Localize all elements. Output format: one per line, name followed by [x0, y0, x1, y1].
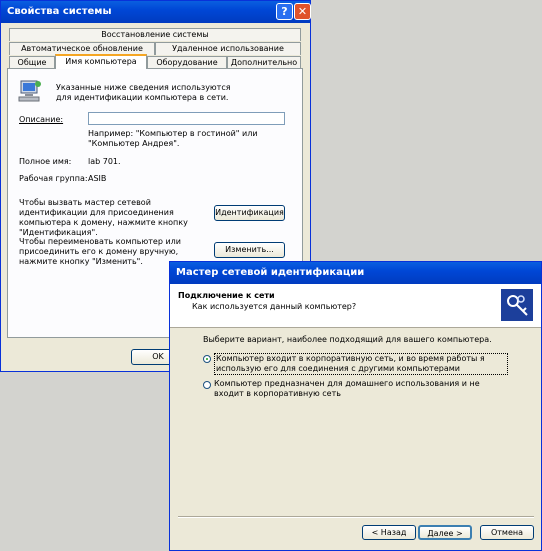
help-button[interactable]: ?	[276, 3, 293, 20]
wizard-header: Подключение к сети Как используется данн…	[170, 284, 541, 328]
wizard-divider	[178, 516, 534, 518]
full-name-label: Полное имя:	[19, 157, 72, 166]
system-properties-titlebar[interactable]: Свойства системы	[1, 1, 310, 23]
option-corporate-label[interactable]: Компьютер входит в корпоративную сеть, и…	[214, 353, 508, 375]
keys-icon	[501, 289, 533, 321]
description-hint: Например: "Компьютер в гостиной" или "Ко…	[88, 129, 258, 148]
workgroup-value: ASIB	[88, 174, 107, 183]
close-button[interactable]: ✕	[294, 3, 311, 20]
option-corporate-radio[interactable]	[203, 355, 211, 363]
tab-remote[interactable]: Удаленное использование	[155, 42, 301, 55]
back-button[interactable]: < Назад	[362, 525, 416, 540]
wizard-prompt: Выберите вариант, наиболее подходящий дл…	[203, 335, 492, 344]
tab-computer-name[interactable]: Имя компьютера	[55, 54, 147, 69]
wizard-title: Мастер сетевой идентификации	[176, 267, 365, 278]
network-id-text: Чтобы вызвать мастер сетевой идентификац…	[19, 198, 188, 237]
wizard-header-title: Подключение к сети	[178, 291, 275, 300]
computer-network-icon	[18, 80, 41, 102]
option-home-label[interactable]: Компьютер предназначен для домашнего исп…	[214, 379, 504, 399]
change-button[interactable]: Изменить...	[214, 242, 285, 258]
cancel-button[interactable]: Отмена	[480, 525, 534, 540]
wizard-titlebar[interactable]: Мастер сетевой идентификации	[170, 262, 541, 284]
full-name-value: lab 701.	[88, 157, 121, 166]
description-label: Описание:	[19, 115, 64, 124]
window-title: Свойства системы	[7, 6, 112, 17]
intro-text: Указанные ниже сведения используются для…	[56, 83, 231, 102]
tab-system-restore[interactable]: Восстановление системы	[9, 28, 301, 41]
description-input[interactable]	[88, 112, 285, 125]
network-id-wizard-window: Мастер сетевой идентификации Подключение…	[169, 261, 542, 551]
option-home-radio[interactable]	[203, 381, 211, 389]
workgroup-label: Рабочая группа:	[19, 174, 88, 183]
next-button[interactable]: Далее >	[418, 525, 472, 540]
wizard-header-subtitle: Как используется данный компьютер?	[192, 302, 357, 311]
network-id-button[interactable]: Идентификация	[214, 205, 285, 221]
